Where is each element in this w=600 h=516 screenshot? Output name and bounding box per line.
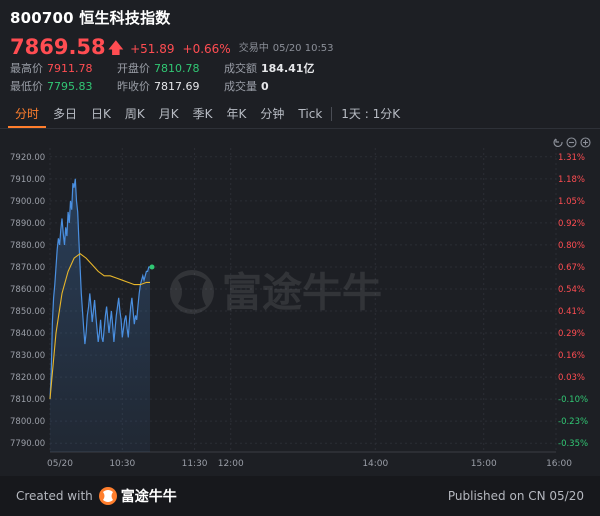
time-axis: 05/20 10:30 11:30 12:00 14:00 15:00 16:00 — [47, 459, 572, 469]
stat-volume: 成交量 0 — [224, 78, 269, 96]
pct-tick-label: -0.35% — [558, 439, 588, 449]
reset-icon[interactable] — [553, 138, 563, 148]
chart-tools — [553, 137, 591, 148]
stats-row-2: 最低价 7795.83 昨收价 7817.69 成交量 0 — [10, 78, 590, 96]
tab-quarterly-k[interactable]: 季K — [186, 100, 220, 128]
pct-tick-label: 1.18% — [558, 175, 585, 185]
tab-daily-k[interactable]: 日K — [84, 100, 118, 128]
published-date: Published on CN 05/20 — [447, 489, 584, 503]
last-price: 7869.58 — [10, 35, 106, 59]
tab-tick[interactable]: Tick — [291, 100, 329, 128]
high-value: 7911.78 — [47, 62, 93, 75]
x-tick-label: 05/20 — [47, 459, 73, 469]
watermark: 富途牛牛 — [170, 270, 382, 316]
y-tick-label: 7840.00 — [10, 329, 45, 339]
x-tick-label: 11:30 — [182, 459, 208, 469]
y-tick-label: 7810.00 — [10, 395, 45, 405]
trading-status: 交易中 — [238, 43, 269, 54]
y-tick-label: 7850.00 — [10, 307, 45, 317]
pct-tick-label: 1.31% — [558, 153, 585, 163]
stat-prev-close: 昨收价 7817.69 — [117, 78, 224, 96]
x-tick-label: 14:00 — [362, 459, 388, 469]
security-code: 800700 — [10, 9, 74, 27]
tab-interval-select[interactable]: 1天 : 1分K — [334, 100, 407, 128]
tab-monthly-k[interactable]: 月K — [152, 100, 186, 128]
y-tick-label: 7900.00 — [10, 197, 45, 207]
footer: Created with 富途牛牛 Published on CN 05/20 — [0, 476, 600, 516]
tab-separator — [331, 107, 333, 121]
last-price-dot — [149, 264, 155, 270]
pct-tick-label: -0.10% — [558, 395, 588, 405]
created-with-label: Created with — [16, 489, 93, 503]
y-tick-label: 7890.00 — [10, 219, 45, 229]
pct-tick-label: 0.03% — [558, 373, 585, 383]
pct-tick-label: 0.29% — [558, 329, 585, 339]
pct-tick-label: 0.92% — [558, 219, 585, 229]
low-value: 7795.83 — [47, 80, 93, 93]
watermark-logo-icon — [170, 270, 214, 314]
tab-minute[interactable]: 分钟 — [253, 100, 291, 128]
y-tick-label: 7830.00 — [10, 351, 45, 361]
x-tick-label: 12:00 — [218, 459, 244, 469]
brand-name: 富途牛牛 — [120, 489, 177, 505]
pct-tick-label: -0.23% — [558, 417, 588, 427]
watermark-text: 富途牛牛 — [222, 270, 382, 316]
pct-tick-label: 0.67% — [558, 263, 585, 273]
stat-open: 开盘价 7810.78 — [117, 60, 224, 78]
quote-header: 800700 恒生科技指数 7869.58 🡅 +51.89 +0.66% 交易… — [0, 0, 600, 96]
price-row: 7869.58 🡅 +51.89 +0.66% 交易中 05/20 10:53 — [10, 30, 590, 60]
y-tick-label: 7910.00 — [10, 175, 45, 185]
prev-close-value: 7817.69 — [154, 80, 200, 93]
pct-tick-label: 0.41% — [558, 307, 585, 317]
x-tick-label: 10:30 — [109, 459, 135, 469]
quote-time: 05/20 10:53 — [272, 43, 334, 54]
pct-tick-label: 0.54% — [558, 285, 585, 295]
stat-low: 最低价 7795.83 — [10, 78, 117, 96]
tab-weekly-k[interactable]: 周K — [118, 100, 152, 128]
x-tick-label: 16:00 — [546, 459, 572, 469]
pct-tick-label: 0.80% — [558, 241, 585, 251]
pct-tick-label: 1.05% — [558, 197, 585, 207]
x-tick-label: 15:00 — [471, 459, 497, 469]
stats-row-1: 最高价 7911.78 开盘价 7810.78 成交额 184.41亿 — [10, 60, 590, 78]
period-tabs: 分时 多日 日K 周K 月K 季K 年K 分钟 Tick 1天 : 1分K — [0, 100, 600, 128]
intraday-chart[interactable]: 富途牛牛 7920.00 7910.00 7900.00 7890.00 7880.00… — [0, 130, 600, 476]
zoom-out-icon[interactable] — [566, 137, 577, 148]
price-change-percent: +0.66% — [182, 42, 231, 56]
stat-high: 最高价 7911.78 — [10, 60, 117, 78]
tab-yearly-k[interactable]: 年K — [220, 100, 254, 128]
y-tick-label: 7800.00 — [10, 417, 45, 427]
percent-axis: 1.31% 1.18% 1.05% 0.92% 0.80% 0.67% 0.54% 0.41%… — [558, 153, 588, 449]
price-change: +51.89 — [130, 42, 175, 56]
up-arrow-icon: 🡅 — [107, 38, 125, 57]
open-value: 7810.78 — [154, 62, 200, 75]
tab-multi-day[interactable]: 多日 — [46, 100, 84, 128]
tab-intraday[interactable]: 分时 — [8, 100, 47, 128]
y-tick-label: 7920.00 — [10, 153, 45, 163]
price-axis: 7920.00 7910.00 7900.00 7890.00 7880.00 7870.… — [10, 153, 45, 449]
y-tick-label: 7870.00 — [10, 263, 45, 273]
volume-value: 0 — [261, 80, 269, 93]
y-tick-label: 7820.00 — [10, 373, 45, 383]
zoom-in-icon[interactable] — [580, 137, 591, 148]
futu-logo-icon — [98, 487, 117, 505]
y-tick-label: 7790.00 — [10, 439, 45, 449]
y-tick-label: 7880.00 — [10, 241, 45, 251]
security-name: 恒生科技指数 — [79, 9, 171, 27]
security-title: 800700 恒生科技指数 — [10, 8, 590, 28]
stat-turnover: 成交额 184.41亿 — [224, 60, 314, 78]
pct-tick-label: 0.16% — [558, 351, 585, 361]
turnover-value: 184.41亿 — [261, 62, 315, 75]
y-tick-label: 7860.00 — [10, 285, 45, 295]
tabs-divider — [0, 128, 600, 129]
